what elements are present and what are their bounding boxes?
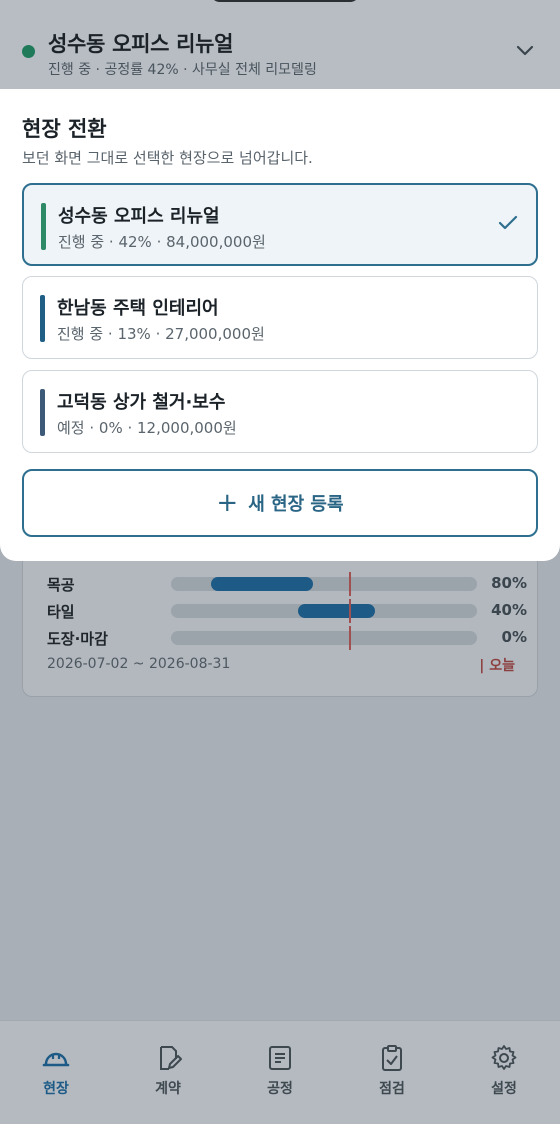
nav-label: 점검: [379, 1081, 405, 1097]
gantt-bar: [211, 577, 313, 591]
contract-edit-icon: [160, 1046, 182, 1070]
camera-notch: [210, 0, 360, 2]
site-meta: 예정 · 0% · 12,000,000원: [57, 419, 237, 437]
current-site-subtitle: 진행 중 · 공정률 42% · 사무실 전체 리모델링: [48, 62, 317, 78]
hardhat-icon: [42, 1052, 70, 1067]
sheet-description: 보던 화면 그대로 선택한 현장으로 넘어갑니다.: [22, 149, 313, 167]
nav-item-contract[interactable]: 계약: [128, 1043, 208, 1103]
status-dot: [22, 45, 35, 58]
site-option-hannam[interactable]: 한남동 주택 인테리어 진행 중 · 13% · 27,000,000원: [22, 276, 538, 359]
site-accent-bar: [40, 389, 45, 436]
gear-icon: [491, 1045, 517, 1070]
gantt-row-progress: 80%: [491, 574, 527, 592]
site-name: 고덕동 상가 철거·보수: [57, 392, 226, 413]
bottom-nav: 현장 계약 공정 점검 설정: [0, 1020, 560, 1124]
site-header[interactable]: 성수동 오피스 리뉴얼 진행 중 · 공정률 42% · 사무실 전체 리모델링: [0, 0, 560, 90]
site-name: 성수동 오피스 리뉴얼: [58, 206, 220, 227]
gantt-row: 도장·마감 0%: [47, 626, 527, 650]
nav-item-schedule[interactable]: 공정: [240, 1043, 320, 1103]
nav-item-inspection[interactable]: 점검: [352, 1043, 432, 1103]
clipboard-check-icon: [382, 1045, 402, 1071]
today-legend: | 오늘: [479, 658, 515, 674]
gantt-row-label: 타일: [47, 603, 75, 621]
site-option-godeok[interactable]: 고덕동 상가 철거·보수 예정 · 0% · 12,000,000원: [22, 370, 538, 453]
nav-item-settings[interactable]: 설정: [464, 1043, 544, 1103]
site-option-seongsu[interactable]: 성수동 오피스 리뉴얼 진행 중 · 42% · 84,000,000원: [22, 183, 538, 266]
gantt-row-label: 도장·마감: [47, 630, 108, 648]
schedule-list-icon: [269, 1046, 291, 1070]
sheet-title: 현장 전환: [22, 117, 107, 141]
site-accent-bar: [40, 295, 45, 342]
gantt-row-progress: 0%: [501, 628, 527, 646]
nav-item-site[interactable]: 현장: [16, 1043, 96, 1103]
site-meta: 진행 중 · 42% · 84,000,000원: [58, 233, 266, 251]
chevron-down-icon[interactable]: [515, 44, 535, 58]
gantt-row-progress: 40%: [491, 601, 527, 619]
nav-label: 공정: [267, 1081, 293, 1097]
gantt-track: [171, 631, 477, 645]
today-marker: [349, 572, 351, 596]
nav-label: 현장: [43, 1081, 69, 1097]
nav-label: 설정: [491, 1081, 517, 1097]
gantt-row-label: 목공: [47, 576, 75, 594]
gantt-date-range: 2026-07-02 ~ 2026-08-31: [47, 656, 231, 672]
today-marker: [349, 626, 351, 650]
nav-label: 계약: [155, 1081, 181, 1097]
site-name: 한남동 주택 인테리어: [57, 298, 219, 319]
checkmark-icon: [498, 215, 518, 230]
site-accent-bar: [41, 203, 46, 250]
site-meta: 진행 중 · 13% · 27,000,000원: [57, 325, 265, 343]
add-site-label: 새 현장 등록: [248, 494, 344, 515]
gantt-row: 목공 80%: [47, 572, 527, 596]
add-site-button[interactable]: + 새 현장 등록: [22, 469, 538, 537]
current-site-title: 성수동 오피스 리뉴얼: [48, 32, 234, 56]
gantt-bar: [298, 604, 375, 618]
gantt-row: 타일 40%: [47, 599, 527, 623]
plus-icon: +: [216, 488, 239, 518]
site-switcher-sheet: 현장 전환 보던 화면 그대로 선택한 현장으로 넘어갑니다. 성수동 오피스 …: [0, 89, 560, 561]
today-marker: [349, 599, 351, 623]
